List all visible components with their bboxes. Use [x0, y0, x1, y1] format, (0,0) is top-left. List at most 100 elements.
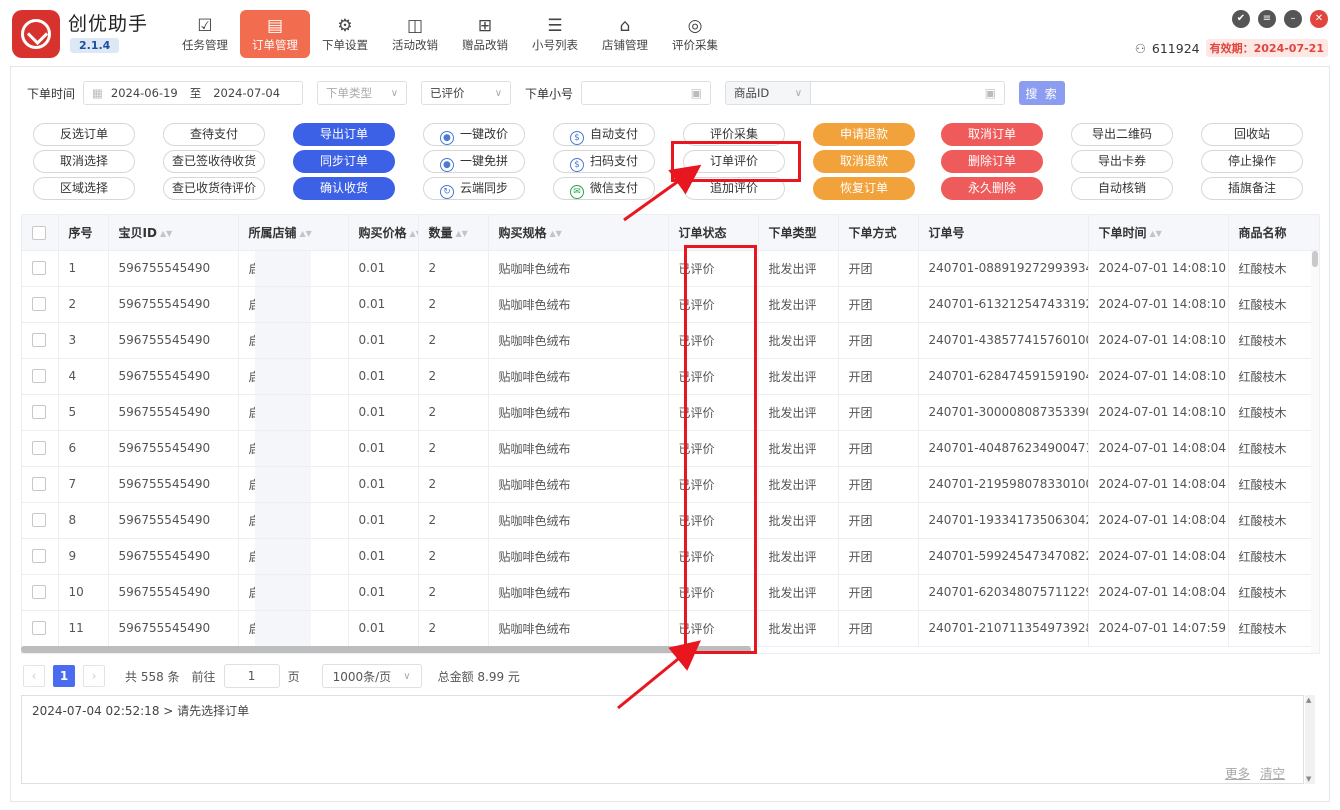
- sort-icon[interactable]: ▲▼: [410, 229, 417, 238]
- column-header[interactable]: 宝贝ID ▲▼: [108, 215, 239, 251]
- action-button-7-1[interactable]: 申请退款: [813, 123, 915, 146]
- nav-item-3[interactable]: ◫ 活动改销: [380, 10, 450, 58]
- settings-icon[interactable]: ≡: [1258, 10, 1276, 28]
- action-button-4-3[interactable]: ↻ 云端同步: [423, 177, 525, 200]
- action-button-7-3[interactable]: 恢复订单: [813, 177, 915, 200]
- action-button-3-1[interactable]: 导出订单: [293, 123, 395, 146]
- status-select[interactable]: 已评价 ∨: [421, 81, 512, 105]
- action-button-1-2[interactable]: 取消选择: [33, 150, 135, 173]
- nav-item-7[interactable]: ◎ 评价采集: [660, 10, 730, 58]
- log-clear-link[interactable]: 清空: [1260, 763, 1285, 782]
- table-row[interactable]: 2596755545490启0.012贴咖啡色绒布已评价批发出评开团240701…: [22, 286, 1319, 323]
- close-icon[interactable]: ✕: [1310, 10, 1328, 28]
- action-button-8-3[interactable]: 永久删除: [941, 177, 1043, 200]
- column-header[interactable]: 序号: [58, 215, 109, 251]
- column-header[interactable]: 下单方式: [838, 215, 919, 251]
- paste-icon[interactable]: ▣: [691, 86, 702, 100]
- table-row[interactable]: 11596755545490启0.012贴咖啡色绒布已评价批发出评开团24070…: [22, 610, 1319, 647]
- action-button-10-2[interactable]: 停止操作: [1201, 150, 1303, 173]
- date-range-picker[interactable]: ▦ 2024-06-19 至 2024-07-04: [83, 81, 304, 105]
- action-button-3-3[interactable]: 确认收货: [293, 177, 395, 200]
- table-row[interactable]: 4596755545490启0.012贴咖啡色绒布已评价批发出评开团240701…: [22, 358, 1319, 395]
- action-button-8-1[interactable]: 取消订单: [941, 123, 1043, 146]
- sort-icon[interactable]: ▲▼: [160, 229, 172, 238]
- goto-page-input[interactable]: 1: [223, 664, 280, 688]
- sort-icon[interactable]: ▲▼: [456, 229, 468, 238]
- page-size-select[interactable]: 1000条/页 ∨: [321, 664, 422, 688]
- column-header[interactable]: 数量 ▲▼: [418, 215, 489, 251]
- action-button-9-1[interactable]: 导出二维码: [1071, 123, 1173, 146]
- table-row[interactable]: 1596755545490启0.012贴咖啡色绒布已评价批发出评开团240701…: [22, 250, 1319, 287]
- action-button-9-3[interactable]: 自动核销: [1071, 177, 1173, 200]
- search-button[interactable]: 搜 索: [1019, 81, 1066, 105]
- action-button-9-2[interactable]: 导出卡券: [1071, 150, 1173, 173]
- sort-icon[interactable]: ▲▼: [300, 229, 312, 238]
- log-scrollbar[interactable]: [1305, 695, 1315, 784]
- row-checkbox[interactable]: [22, 250, 59, 287]
- nav-item-6[interactable]: ⌂ 店铺管理: [590, 10, 660, 58]
- row-checkbox[interactable]: [22, 466, 59, 503]
- shield-icon[interactable]: ✔: [1232, 10, 1250, 28]
- select-all-checkbox[interactable]: [22, 215, 59, 251]
- horizontal-scrollbar[interactable]: [21, 646, 751, 653]
- row-checkbox[interactable]: [22, 610, 59, 647]
- row-checkbox[interactable]: [22, 358, 59, 395]
- row-checkbox[interactable]: [22, 502, 59, 539]
- action-button-4-2[interactable]: ● 一键免拼: [423, 150, 525, 173]
- order-type-select[interactable]: 下单类型 ∨: [317, 81, 408, 105]
- cell-text: 0.01: [358, 621, 386, 635]
- product-field-select[interactable]: 商品ID ∨: [725, 81, 812, 105]
- table-row[interactable]: 7596755545490启0.012贴咖啡色绒布已评价批发出评开团240701…: [22, 466, 1319, 503]
- action-button-2-2[interactable]: 查已签收待收货: [163, 150, 265, 173]
- action-button-5-2[interactable]: $ 扫码支付: [553, 150, 655, 173]
- table-row[interactable]: 8596755545490启0.012贴咖啡色绒布已评价批发出评开团240701…: [22, 502, 1319, 539]
- column-header[interactable]: 下单类型: [758, 215, 839, 251]
- nav-item-4[interactable]: ⊞ 赠品改销: [450, 10, 520, 58]
- action-button-10-1[interactable]: 回收站: [1201, 123, 1303, 146]
- action-button-1-1[interactable]: 反选订单: [33, 123, 135, 146]
- table-row[interactable]: 3596755545490启0.012贴咖啡色绒布已评价批发出评开团240701…: [22, 322, 1319, 359]
- row-checkbox[interactable]: [22, 322, 59, 359]
- action-button-3-2[interactable]: 同步订单: [293, 150, 395, 173]
- account-input[interactable]: ▣: [581, 81, 712, 105]
- minimize-icon[interactable]: –: [1284, 10, 1302, 28]
- log-area[interactable]: 2024-07-04 02:52:18 > 请先选择订单: [21, 695, 1304, 784]
- column-header[interactable]: 所属店铺 ▲▼: [238, 215, 349, 251]
- action-button-5-1[interactable]: $ 自动支付: [553, 123, 655, 146]
- row-checkbox[interactable]: [22, 538, 59, 575]
- prev-page-button[interactable]: ‹: [23, 665, 45, 687]
- table-row[interactable]: 9596755545490启0.012贴咖啡色绒布已评价批发出评开团240701…: [22, 538, 1319, 575]
- row-checkbox[interactable]: [22, 430, 59, 467]
- table-row[interactable]: 10596755545490启0.012贴咖啡色绒布已评价批发出评开团24070…: [22, 574, 1319, 611]
- next-page-button[interactable]: ›: [83, 665, 105, 687]
- paste-icon[interactable]: ▣: [985, 86, 996, 100]
- log-more-link[interactable]: 更多: [1225, 763, 1250, 782]
- row-checkbox[interactable]: [22, 574, 59, 611]
- sort-icon[interactable]: ▲▼: [550, 229, 562, 238]
- nav-item-5[interactable]: ☰ 小号列表: [520, 10, 590, 58]
- row-checkbox[interactable]: [22, 394, 59, 431]
- product-input[interactable]: ▣: [811, 81, 1006, 105]
- column-header[interactable]: 商品名称: [1228, 215, 1319, 251]
- vertical-scrollbar[interactable]: [1311, 251, 1319, 653]
- column-header[interactable]: 购买价格▲▼: [348, 215, 419, 251]
- action-button-1-3[interactable]: 区域选择: [33, 177, 135, 200]
- nav-item-2[interactable]: ⚙ 下单设置: [310, 10, 380, 58]
- table-row[interactable]: 6596755545490启0.012贴咖啡色绒布已评价批发出评开团240701…: [22, 430, 1319, 467]
- column-header[interactable]: 订单号: [918, 215, 1089, 251]
- action-button-2-3[interactable]: 查已收货待评价: [163, 177, 265, 200]
- page-number[interactable]: 1: [53, 665, 75, 687]
- action-button-4-1[interactable]: ● 一键改价: [423, 123, 525, 146]
- action-button-5-3[interactable]: ✉ 微信支付: [553, 177, 655, 200]
- row-checkbox[interactable]: [22, 286, 59, 323]
- nav-item-1[interactable]: ▤ 订单管理: [240, 10, 310, 58]
- action-button-10-3[interactable]: 插旗备注: [1201, 177, 1303, 200]
- column-header[interactable]: 购买规格 ▲▼: [488, 215, 669, 251]
- column-header[interactable]: 下单时间 ▲▼: [1088, 215, 1229, 251]
- action-button-7-2[interactable]: 取消退款: [813, 150, 915, 173]
- table-row[interactable]: 5596755545490启0.012贴咖啡色绒布已评价批发出评开团240701…: [22, 394, 1319, 431]
- action-button-2-1[interactable]: 查待支付: [163, 123, 265, 146]
- sort-icon[interactable]: ▲▼: [1150, 229, 1162, 238]
- action-button-8-2[interactable]: 删除订单: [941, 150, 1043, 173]
- nav-item-0[interactable]: ☑ 任务管理: [170, 10, 240, 58]
